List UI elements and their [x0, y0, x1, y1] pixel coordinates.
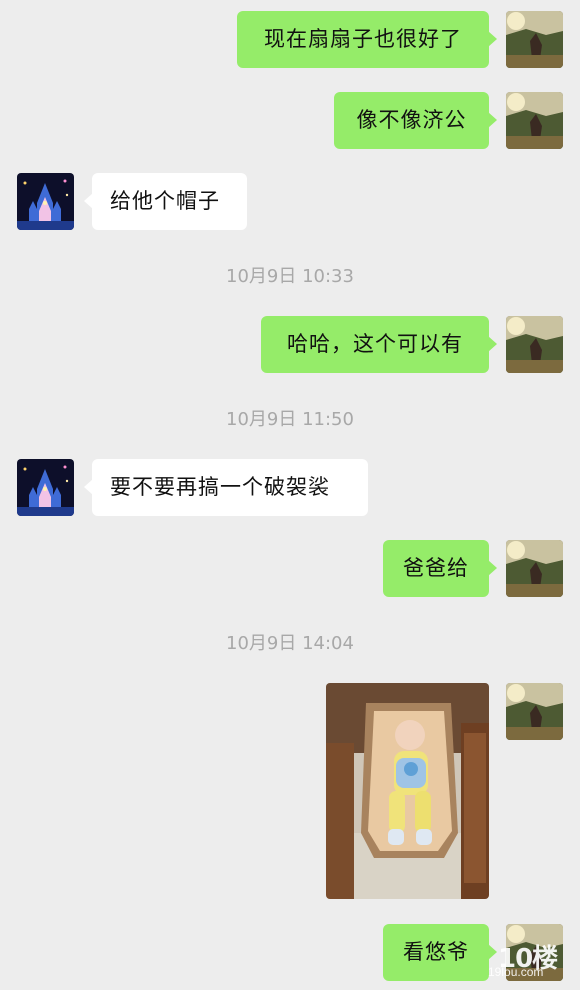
watermark-domain-text: 19lou.com [488, 965, 544, 979]
message-bubble[interactable]: 给他个帽子 [84, 173, 247, 230]
site-watermark: 10楼 19lou.com [482, 938, 570, 982]
landscape-sunset-avatar-icon [506, 540, 563, 597]
contact-avatar[interactable] [17, 173, 74, 230]
message-bubble[interactable]: 现在扇扇子也很好了 [237, 11, 497, 68]
timestamp: 10月9日 14:04 [226, 633, 354, 654]
self-avatar[interactable] [506, 540, 563, 597]
landscape-sunset-avatar-icon [506, 316, 563, 373]
message-bubble[interactable]: 像不像济公 [334, 92, 497, 149]
self-avatar[interactable] [506, 683, 563, 740]
castle-fireworks-avatar-icon [17, 459, 74, 516]
message-bubble[interactable]: 看悠爷 [383, 924, 497, 981]
chat-window: 现在扇扇子也很好了 像不像济公 给他个帽子 10月9日 10:33 哈哈，这个可… [0, 0, 580, 990]
timestamp: 10月9日 10:33 [226, 266, 354, 287]
timestamp: 10月9日 11:50 [226, 409, 354, 430]
landscape-sunset-avatar-icon [506, 11, 563, 68]
baby-in-lounge-chair-photo-icon [326, 683, 489, 899]
self-avatar[interactable] [506, 11, 563, 68]
castle-fireworks-avatar-icon [17, 173, 74, 230]
message-bubble[interactable]: 要不要再搞一个破袈裟 [84, 459, 368, 516]
photo-message[interactable] [326, 683, 489, 899]
contact-avatar[interactable] [17, 459, 74, 516]
message-bubble[interactable]: 爸爸给 [383, 540, 497, 597]
message-bubble[interactable]: 哈哈，这个可以有 [261, 316, 497, 373]
landscape-sunset-avatar-icon [506, 683, 563, 740]
landscape-sunset-avatar-icon [506, 92, 563, 149]
self-avatar[interactable] [506, 316, 563, 373]
self-avatar[interactable] [506, 92, 563, 149]
